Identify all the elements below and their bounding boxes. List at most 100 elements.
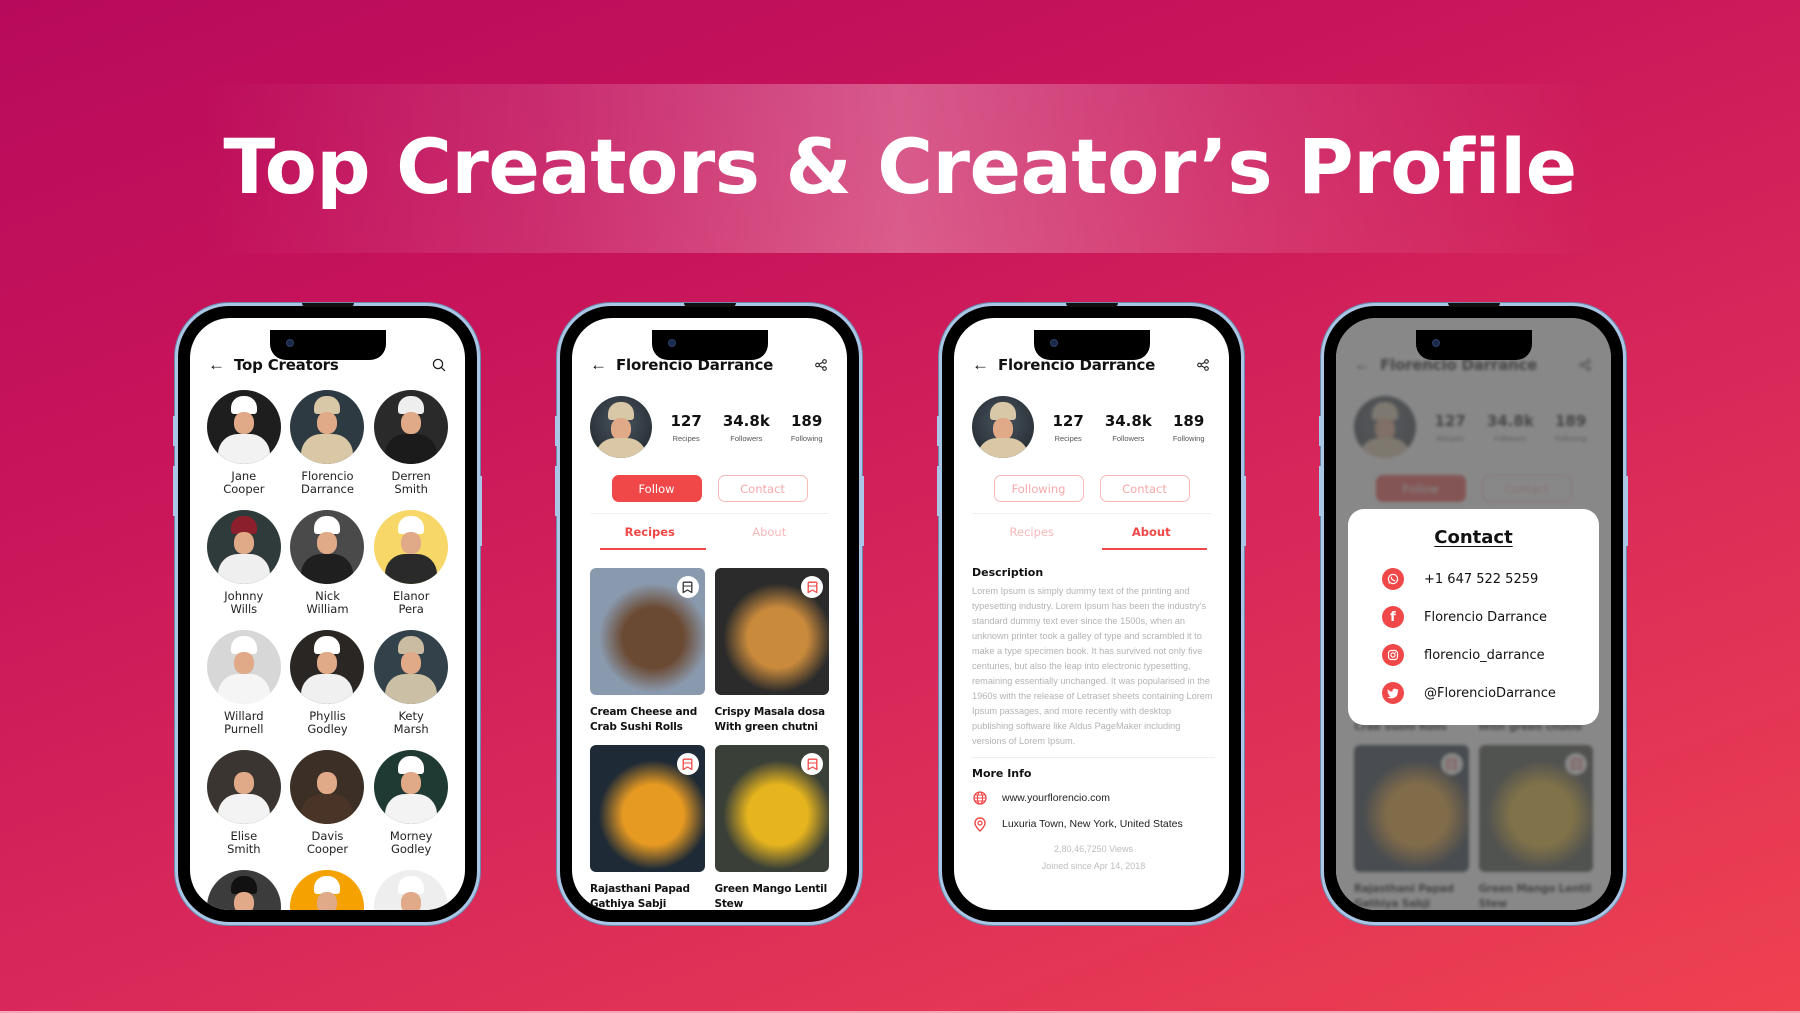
profile-actions: Follow Contact xyxy=(572,475,847,502)
profile-tabs: Recipes About xyxy=(590,514,829,550)
more-info-heading: More Info xyxy=(972,767,1032,780)
creators-grid: Jane Cooper Florencio Darrance Derren Smith Jo… xyxy=(202,390,453,910)
contact-row[interactable]: +1 647 522 5259 xyxy=(1382,568,1599,590)
arrow-left-icon[interactable]: ← xyxy=(590,355,616,375)
creator-name: Johnny Wills xyxy=(224,589,264,616)
bookmark-icon[interactable] xyxy=(801,753,823,775)
creator-card[interactable]: Johnny Wills xyxy=(202,510,286,616)
recipe-card[interactable]: Green Mango LentilStew xyxy=(714,745,829,910)
contact-button[interactable]: Contact xyxy=(1099,475,1190,502)
phone-profile-about: ← Florencio Darrance 127 Recipes 34.8k Fol… xyxy=(937,303,1246,925)
arrow-left-icon[interactable]: ← xyxy=(208,355,234,375)
camera xyxy=(1049,339,1058,347)
follow-button[interactable]: Follow xyxy=(611,475,702,502)
avatar xyxy=(206,750,281,824)
location-row: Luxuria Town, New York, United States xyxy=(972,816,1215,832)
tab-recipes[interactable]: Recipes xyxy=(972,514,1092,550)
avatar xyxy=(290,750,365,824)
following-button[interactable]: Following xyxy=(993,475,1084,502)
creator-card[interactable] xyxy=(286,870,370,910)
recipe-grid: Cream Cheese andCrab Sushi Rolls Crispy M… xyxy=(590,568,829,910)
contact-button[interactable]: Contact xyxy=(717,475,808,502)
recipe-image xyxy=(590,745,705,872)
contact-value[interactable]: +1 647 522 5259 xyxy=(1424,572,1538,587)
joined-date: Joined since Apr 14, 2018 xyxy=(1041,861,1146,871)
creator-card[interactable]: Derren Smith xyxy=(369,390,453,496)
contact-title: Contact xyxy=(1434,527,1513,548)
website-row[interactable]: www.yourflorencio.com xyxy=(972,790,1215,806)
avatar xyxy=(290,510,365,584)
recipe-card[interactable]: Rajasthani PapadGathiya Sabji xyxy=(590,745,705,910)
avatar xyxy=(206,870,281,910)
creator-card[interactable]: Morney Godley xyxy=(369,750,453,856)
stat-recipes: 127Recipes xyxy=(1052,411,1084,443)
avatar xyxy=(206,510,281,584)
share-icon[interactable] xyxy=(1195,357,1211,373)
creator-name: Elanor Pera xyxy=(392,589,430,616)
creator-card[interactable] xyxy=(369,870,453,910)
creator-name: Kety Marsh xyxy=(393,709,429,736)
views-count: 2,80,46,7250 Views xyxy=(1054,844,1133,854)
avatar xyxy=(374,870,449,910)
recipe-image xyxy=(714,568,829,695)
description-text: Lorem Ipsum is simply dummy text of the … xyxy=(972,586,1213,746)
stat-recipes: 127Recipes xyxy=(670,411,702,443)
profile-summary: 127Recipes 34.8kFollowers 189Following xyxy=(590,396,833,458)
recipe-image xyxy=(590,568,705,695)
profile-actions: Following Contact xyxy=(954,475,1229,502)
avatar xyxy=(290,390,365,464)
profile-tabs: Recipes About xyxy=(972,514,1211,550)
recipe-name: Rajasthani PapadGathiya Sabji xyxy=(590,883,690,910)
stat-following: 189Following xyxy=(1172,411,1205,443)
stat-following: 189Following xyxy=(790,411,823,443)
bookmark-icon[interactable] xyxy=(676,753,699,775)
contact-value[interactable]: florencio_darrance xyxy=(1424,648,1545,663)
creator-name: Willard Purnell xyxy=(224,709,264,736)
creator-name: Morney Godley xyxy=(389,829,433,856)
creator-card[interactable]: Jane Cooper xyxy=(202,390,286,496)
bookmark-icon[interactable] xyxy=(676,576,699,598)
share-icon[interactable] xyxy=(813,357,829,373)
creator-card[interactable]: Kety Marsh xyxy=(369,630,453,736)
contact-row[interactable]: @FlorencioDarrance xyxy=(1382,682,1599,704)
recipe-card[interactable]: Crispy Masala dosaWith green chutni xyxy=(714,568,829,735)
camera xyxy=(1431,339,1440,347)
notch xyxy=(651,330,768,360)
creator-card[interactable]: Nick William xyxy=(286,510,370,616)
recipe-image xyxy=(714,745,829,872)
search-icon[interactable] xyxy=(431,357,447,373)
creator-card[interactable]: Phyllis Godley xyxy=(286,630,370,736)
whatsapp-icon xyxy=(1382,568,1404,590)
creator-name: Florencio Darrance xyxy=(301,469,354,496)
creator-card[interactable]: Elise Smith xyxy=(202,750,286,856)
contact-value[interactable]: Florencio Darrance xyxy=(1424,610,1547,625)
tab-about[interactable]: About xyxy=(1092,514,1212,550)
creator-card[interactable]: Elanor Pera xyxy=(369,510,453,616)
recipe-card[interactable]: Cream Cheese andCrab Sushi Rolls xyxy=(590,568,705,735)
notch xyxy=(269,330,386,360)
bookmark-icon[interactable] xyxy=(801,576,823,598)
phone-contact-modal: ← Florencio Darrance 127Recipes 34.8kFol… xyxy=(1319,303,1628,925)
avatar xyxy=(206,630,281,704)
avatar xyxy=(374,390,449,464)
stat-followers: 34.8kFollowers xyxy=(1104,411,1152,443)
recipe-name: Cream Cheese andCrab Sushi Rolls xyxy=(590,706,698,733)
description-heading: Description xyxy=(972,566,1044,579)
creator-card[interactable]: Willard Purnell xyxy=(202,630,286,736)
avatar xyxy=(590,396,652,458)
contact-row[interactable]: f Florencio Darrance xyxy=(1382,606,1599,628)
tab-recipes[interactable]: Recipes xyxy=(590,514,710,550)
screen-profile-recipes: ← Florencio Darrance 127 Recipes 34.8k Fol… xyxy=(572,318,847,910)
creator-card[interactable]: Davis Cooper xyxy=(286,750,370,856)
tab-about[interactable]: About xyxy=(710,514,830,550)
profile-stats: 127Recipes 34.8kFollowers 189Following xyxy=(1034,412,1215,443)
arrow-left-icon[interactable]: ← xyxy=(972,355,998,375)
screen-profile-about: ← Florencio Darrance 127 Recipes 34.8k Fol… xyxy=(954,318,1229,910)
creator-card[interactable] xyxy=(202,870,286,910)
contact-row[interactable]: florencio_darrance xyxy=(1382,644,1599,666)
contact-value[interactable]: @FlorencioDarrance xyxy=(1424,686,1556,701)
website-link[interactable]: www.yourflorencio.com xyxy=(1002,792,1110,804)
creator-card[interactable]: Florencio Darrance xyxy=(286,390,370,496)
screen-contact-modal: ← Florencio Darrance 127Recipes 34.8kFol… xyxy=(1336,318,1611,910)
divider xyxy=(972,757,1215,758)
